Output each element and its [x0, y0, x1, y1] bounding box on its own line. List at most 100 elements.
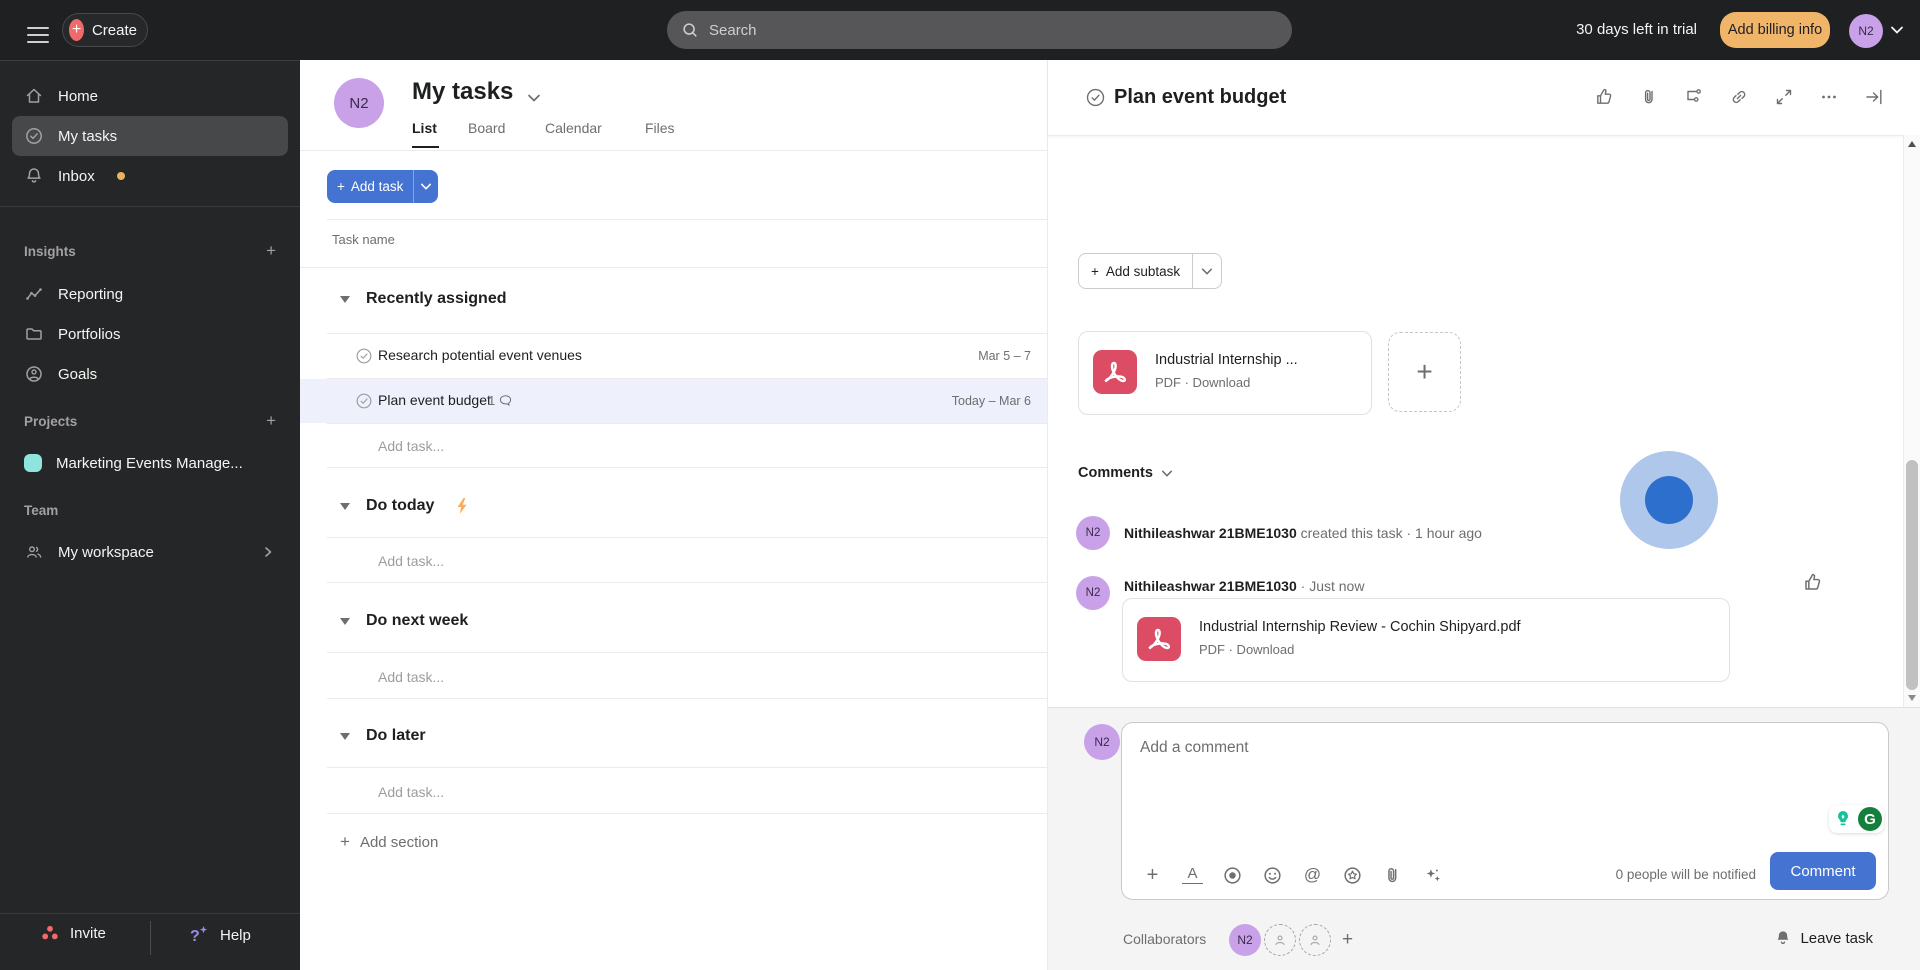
sidebar-item-project[interactable]: Marketing Events Manage...	[12, 443, 288, 483]
activity-action: created this task	[1300, 525, 1403, 541]
section-header-do-later[interactable]: Do later	[340, 727, 426, 745]
mention-icon[interactable]	[1302, 865, 1323, 885]
task-title[interactable]: Research potential event venues	[378, 347, 582, 363]
task-row-plan-event-budget[interactable]: Plan event budget 1 Today – Mar 6	[300, 379, 1047, 423]
chevron-down-icon[interactable]	[527, 93, 541, 103]
activity-user[interactable]: Nithileashwar 21BME1030	[1124, 525, 1297, 541]
more-options-icon[interactable]	[1819, 87, 1839, 107]
add-project-icon[interactable]	[266, 411, 276, 431]
add-subtask-dropdown[interactable]	[1192, 254, 1221, 288]
comment-placeholder[interactable]: Add a comment	[1140, 739, 1249, 757]
folder-icon	[26, 328, 42, 340]
sidebar-item-home[interactable]: Home	[12, 76, 288, 116]
insert-plus-icon[interactable]	[1142, 864, 1163, 887]
scroll-up-arrow[interactable]	[1908, 141, 1916, 147]
expand-icon[interactable]	[1774, 87, 1794, 107]
collapse-triangle-icon[interactable]	[340, 295, 350, 303]
tab-files[interactable]: Files	[645, 120, 675, 136]
add-task-dropdown[interactable]	[413, 170, 438, 203]
close-panel-icon[interactable]	[1864, 87, 1884, 107]
comments-header[interactable]: Comments	[1078, 465, 1173, 481]
pdf-file-icon	[1137, 617, 1181, 661]
attachment-card[interactable]: Industrial Internship ... PDF · Download	[1078, 331, 1372, 415]
add-task-inline[interactable]: Add task...	[378, 784, 444, 800]
add-section-button[interactable]: Add section	[340, 832, 438, 852]
check-circle-icon[interactable]	[355, 392, 373, 410]
add-insight-icon[interactable]	[266, 241, 276, 261]
sidebar-item-workspace[interactable]: My workspace	[12, 532, 288, 572]
collapse-triangle-icon[interactable]	[340, 732, 350, 740]
like-icon[interactable]	[1594, 87, 1614, 107]
empty-collaborator-slot[interactable]	[1264, 924, 1296, 956]
invite-button[interactable]: Invite	[40, 923, 106, 943]
sidebar-item-label: Reporting	[58, 285, 124, 303]
add-subtask-button[interactable]: Add subtask	[1078, 253, 1223, 289]
add-collaborator-button[interactable]	[1342, 929, 1353, 951]
section-header-do-next-week[interactable]: Do next week	[340, 612, 468, 630]
text-format-icon[interactable]	[1182, 866, 1203, 884]
add-task-button[interactable]: Add task	[327, 170, 439, 203]
comment-input-box[interactable]: Add a comment 0 people will be notified …	[1121, 722, 1889, 900]
sidebar-item-inbox[interactable]: Inbox	[12, 156, 288, 196]
help-button[interactable]: ? Help	[188, 923, 251, 947]
comment-user[interactable]: Nithileashwar 21BME1030	[1124, 578, 1297, 594]
create-label: Create	[91, 21, 137, 39]
like-comment-icon[interactable]	[1802, 572, 1823, 593]
sidebar-item-portfolios[interactable]: Portfolios	[12, 314, 288, 354]
check-circle-icon[interactable]	[355, 347, 373, 365]
svg-text:?: ?	[190, 928, 200, 945]
grammarly-logo-icon[interactable]	[1858, 807, 1882, 831]
collapse-triangle-icon[interactable]	[340, 617, 350, 625]
add-attachment-button[interactable]	[1388, 332, 1461, 412]
sidebar-item-reporting[interactable]: Reporting	[12, 274, 288, 314]
attachment-name[interactable]: Industrial Internship ...	[1155, 352, 1298, 368]
add-task-inline[interactable]: Add task...	[378, 553, 444, 569]
column-header-task-name[interactable]: Task name	[332, 232, 395, 247]
ai-sparkle-icon[interactable]	[1422, 865, 1443, 886]
task-title[interactable]: Plan event budget	[1114, 86, 1286, 109]
attachment-meta[interactable]: PDF · Download	[1199, 642, 1294, 657]
emoji-icon[interactable]	[1262, 865, 1283, 886]
task-title[interactable]: Plan event budget	[378, 392, 491, 408]
appreciation-icon[interactable]	[1342, 865, 1363, 886]
empty-collaborator-slot[interactable]	[1299, 924, 1331, 956]
add-task-inline[interactable]: Add task...	[378, 669, 444, 685]
section-header-recently-assigned[interactable]: Recently assigned	[340, 290, 507, 308]
attach-icon[interactable]	[1639, 87, 1659, 107]
tab-calendar[interactable]: Calendar	[545, 120, 602, 136]
chevron-right-icon[interactable]	[262, 546, 274, 558]
attach-icon[interactable]	[1382, 865, 1403, 886]
collaborator-avatar[interactable]: N2	[1229, 924, 1261, 956]
comment-attachment-card[interactable]: Industrial Internship Review - Cochin Sh…	[1122, 598, 1730, 682]
tab-board[interactable]: Board	[468, 120, 505, 136]
scrollbar[interactable]	[1903, 135, 1920, 707]
leave-task-button[interactable]: Leave task	[1774, 929, 1873, 947]
copy-link-icon[interactable]	[1729, 87, 1749, 107]
subtask-icon[interactable]	[1684, 87, 1704, 107]
scrollbar-thumb[interactable]	[1906, 460, 1918, 690]
grammarly-widget[interactable]	[1829, 805, 1884, 833]
task-row-research-venues[interactable]: Research potential event venues Mar 5 – …	[300, 334, 1047, 378]
sidebar-item-my-tasks[interactable]: My tasks	[12, 116, 288, 156]
add-task-inline[interactable]: Add task...	[378, 438, 444, 454]
user-avatar[interactable]: N2	[1849, 14, 1883, 48]
tab-list[interactable]: List	[412, 120, 437, 136]
collapse-triangle-icon[interactable]	[340, 502, 350, 510]
scroll-down-arrow[interactable]	[1908, 695, 1916, 701]
record-video-icon[interactable]	[1222, 865, 1243, 886]
chevron-down-icon[interactable]	[1890, 25, 1904, 35]
attachment-meta[interactable]: PDF · Download	[1155, 375, 1250, 390]
page-title[interactable]: My tasks	[412, 78, 513, 106]
sidebar-item-goals[interactable]: Goals	[12, 354, 288, 394]
attachment-name[interactable]: Industrial Internship Review - Cochin Sh…	[1199, 619, 1521, 635]
complete-task-icon[interactable]	[1085, 87, 1106, 108]
search-bar[interactable]	[667, 11, 1292, 49]
section-header-do-today[interactable]: Do today	[340, 497, 470, 515]
search-input[interactable]	[707, 20, 1278, 40]
add-billing-button[interactable]: Add billing info	[1720, 12, 1830, 48]
grammarly-suggestion-icon[interactable]	[1831, 807, 1855, 831]
projects-section-header: Projects	[24, 406, 276, 436]
menu-icon[interactable]	[27, 22, 49, 48]
comment-submit-button[interactable]: Comment	[1770, 852, 1876, 890]
create-button[interactable]: Create	[62, 13, 148, 47]
